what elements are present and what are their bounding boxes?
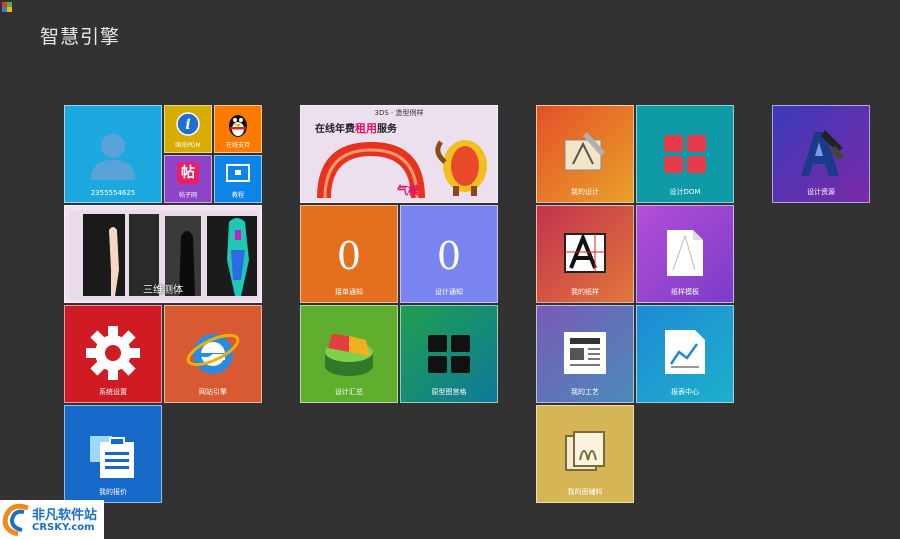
app-title: 智慧引擎 [40, 26, 121, 48]
body-measure-label: 三维测体 [143, 285, 183, 296]
tile-tiezi[interactable]: 帖 帖子网 [164, 155, 212, 203]
tile-pattern-templates[interactable]: 纸样模板 [636, 205, 734, 303]
grid-icon [428, 335, 470, 373]
tile-my-materials[interactable]: 我的面辅料 [536, 405, 634, 503]
banner-main-text: 在线年费租用服务 [315, 122, 397, 135]
tiezi-logo-icon: 帖 [177, 162, 199, 184]
tile-system-settings[interactable]: 系统设置 [64, 305, 162, 403]
tile-my-process[interactable]: 我的工艺 [536, 305, 634, 403]
my-quotes-label: 我的报价 [99, 488, 127, 496]
report-center-label: 报表中心 [671, 388, 699, 396]
tutorial-label: 教程 [231, 192, 244, 199]
tile-report-center[interactable]: 报表中心 [636, 305, 734, 403]
design-summary-label: 设计汇总 [335, 388, 363, 396]
browser-icon [186, 333, 240, 374]
design-notice-count: 0 [436, 234, 462, 278]
screen-icon [226, 164, 250, 182]
tile-online-support[interactable]: 在线支持 [214, 105, 262, 153]
pattern-grid-label: 原型图宫格 [431, 388, 467, 396]
fabric-swatch-icon [565, 431, 605, 471]
banner-top-text: 3DS · 造型例样 [374, 109, 424, 117]
tile-design-resources[interactable]: 设计资源 [772, 105, 870, 203]
design-notice-label: 设计通知 [435, 288, 463, 296]
watermark-brand: 非凡软件站 [32, 508, 98, 523]
tile-body-measure[interactable]: 三维测体 [64, 205, 262, 303]
watermark: 非凡软件站 CRSKY.com [0, 500, 104, 539]
tile-my-patterns[interactable]: 我的纸样 [536, 205, 634, 303]
watermark-domain: CRSKY.com [32, 522, 95, 533]
order-notice-count: 0 [336, 234, 362, 278]
banner-bottom-text: 气模 [397, 184, 419, 197]
my-materials-label: 我的面辅料 [567, 488, 603, 496]
tile-design-summary[interactable]: 设计汇总 [300, 305, 398, 403]
app-icon [2, 2, 12, 12]
design-resources-label: 设计资源 [807, 188, 835, 196]
gear-icon [86, 326, 140, 380]
design-tool-icon [564, 132, 605, 171]
clipboard-icon [90, 436, 134, 478]
pie-chart-icon [325, 334, 373, 376]
user-icon [91, 134, 135, 180]
tiles-icon [664, 135, 706, 173]
my-designs-label: 我的设计 [571, 188, 599, 196]
document-icon [667, 230, 703, 276]
user-id-label: 2355554625 [90, 189, 136, 197]
my-patterns-label: 我的纸样 [571, 288, 599, 296]
tiezi-label: 帖子网 [178, 192, 197, 199]
tile-design-notice[interactable]: 0 设计通知 [400, 205, 498, 303]
tile-design-dom[interactable]: 设计DOM [636, 105, 734, 203]
report-chart-icon [665, 330, 705, 374]
penguin-icon [229, 115, 247, 137]
tile-inflatable-banner[interactable]: 3DS · 造型例样 在线年费租用服务 气模 [300, 105, 498, 203]
info-icon: i [176, 112, 200, 136]
website-engine-label: 网站引擎 [199, 388, 227, 396]
tile-tutorial[interactable]: 教程 [214, 155, 262, 203]
order-notice-label: 接单通知 [335, 288, 363, 296]
system-settings-label: 系统设置 [99, 388, 127, 396]
design-resources-icon [801, 130, 845, 176]
watermark-logo-icon [2, 503, 29, 536]
tile-pattern-grid[interactable]: 原型图宫格 [400, 305, 498, 403]
news-document-icon [564, 332, 606, 374]
intro-pdm-label: 国岳PDM [175, 142, 201, 149]
svg-text:i: i [185, 117, 190, 133]
tile-user-profile[interactable]: 2355554625 [64, 105, 162, 203]
design-dom-label: 设计DOM [669, 188, 701, 196]
tile-my-quotes[interactable]: 我的报价 [64, 405, 162, 503]
pattern-templates-label: 纸样模板 [671, 288, 699, 296]
online-support-label: 在线支持 [225, 142, 250, 149]
tile-order-notice[interactable]: 0 接单通知 [300, 205, 398, 303]
tile-intro-pdm[interactable]: i 国岳PDM [164, 105, 212, 153]
tile-my-designs[interactable]: 我的设计 [536, 105, 634, 203]
tile-website-engine[interactable]: 网站引擎 [164, 305, 262, 403]
pattern-icon [564, 232, 606, 273]
inflatable-mascot-image [435, 140, 487, 196]
my-process-label: 我的工艺 [571, 388, 599, 396]
